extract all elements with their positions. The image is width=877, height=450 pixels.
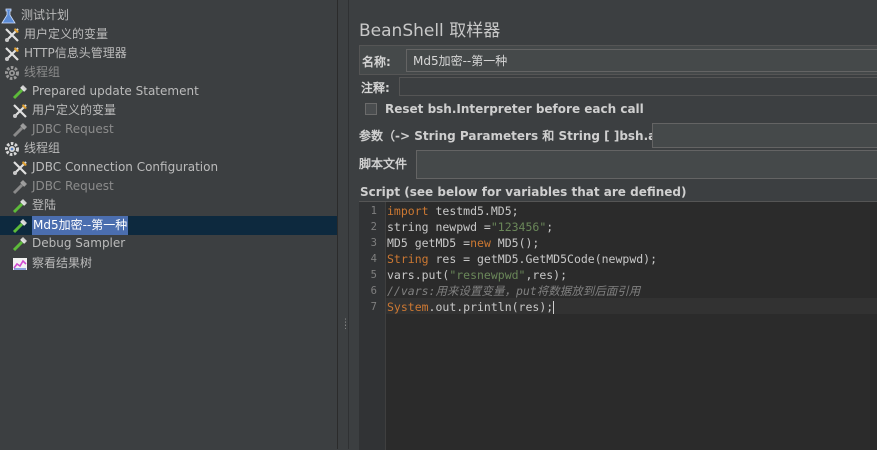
beanshell-sampler-panel: BeanShell 取样器 名称: 注释: Reset bsh.Interpre… bbox=[349, 0, 877, 450]
parameters-label: 参数（-> String Parameters 和 String [ ]bsh.… bbox=[359, 129, 690, 143]
pane-splitter[interactable]: ⋮ ⋮ bbox=[338, 0, 350, 449]
line-number: 1 bbox=[370, 205, 377, 217]
test-plan-tree[interactable]: 测试计划 用户定义的变量 HTTP信息头管理器 线程组 Prepared upd… bbox=[0, 0, 338, 449]
line-number: 7 bbox=[370, 301, 377, 313]
wrench-icon bbox=[11, 159, 29, 177]
pipette-icon bbox=[11, 217, 29, 235]
script-file-label: 脚本文件 bbox=[359, 157, 408, 171]
tree-item-jdbc-request-2[interactable]: JDBC Request bbox=[11, 177, 114, 196]
reset-interpreter-row[interactable]: Reset bsh.Interpreter before each call bbox=[365, 102, 644, 116]
tree-item-user-variables-2[interactable]: 用户定义的变量 bbox=[11, 101, 116, 120]
wrench-icon bbox=[11, 102, 29, 120]
wrench-icon bbox=[3, 26, 21, 44]
tree-item-debug-sampler[interactable]: Debug Sampler bbox=[11, 234, 125, 253]
code-line: string newpwd ="123456"; bbox=[387, 220, 554, 234]
tree-item-view-results-tree[interactable]: 察看结果树 bbox=[11, 254, 92, 273]
pipette-icon bbox=[11, 121, 29, 139]
line-number: 6 bbox=[370, 285, 377, 297]
tree-item-login[interactable]: 登陆 bbox=[11, 196, 56, 215]
text-caret bbox=[553, 301, 555, 314]
tree-item-jdbc-request-1[interactable]: JDBC Request bbox=[11, 120, 114, 139]
pipette-icon bbox=[11, 178, 29, 196]
name-field[interactable] bbox=[406, 49, 877, 72]
code-line: vars.put("resnewpwd",res); bbox=[387, 268, 568, 282]
script-label: Script (see below for variables that are… bbox=[360, 185, 687, 199]
name-row: 名称: bbox=[359, 45, 877, 75]
script-file-field[interactable] bbox=[416, 150, 877, 179]
splitter-grip-icon: ⋮ ⋮ bbox=[341, 318, 350, 331]
code-line: System.out.println(res); bbox=[387, 300, 555, 314]
tree-item-md5-sampler[interactable]: Md5加密--第一种 bbox=[11, 216, 129, 235]
tree-item-prepared-update-statement[interactable]: Prepared update Statement bbox=[11, 82, 199, 101]
line-number-gutter: 1 2 3 4 5 6 7 bbox=[359, 202, 386, 450]
code-line: import testmd5.MD5; bbox=[387, 204, 519, 218]
page-title: BeanShell 取样器 bbox=[359, 21, 501, 41]
code-line: MD5 getMD5 =new MD5(); bbox=[387, 236, 540, 250]
tree-item-thread-group-2[interactable]: 线程组 bbox=[3, 139, 60, 158]
pipette-icon bbox=[11, 235, 29, 253]
line-number: 3 bbox=[370, 237, 377, 249]
name-label: 名称: bbox=[362, 55, 391, 69]
gear-icon bbox=[3, 64, 21, 82]
script-editor[interactable]: 1 2 3 4 5 6 7 import testmd5.MD5; string… bbox=[359, 201, 877, 450]
comment-field[interactable] bbox=[399, 77, 877, 96]
gear-icon bbox=[3, 140, 21, 158]
tree-item-http-header-manager[interactable]: HTTP信息头管理器 bbox=[3, 44, 127, 63]
code-line: String res = getMD5.GetMD5Code(newpwd); bbox=[387, 252, 658, 266]
tree-item-thread-group-1[interactable]: 线程组 bbox=[3, 63, 60, 82]
line-number: 2 bbox=[370, 221, 377, 233]
tree-item-user-variables[interactable]: 用户定义的变量 bbox=[3, 25, 108, 44]
tree-item-test-plan[interactable]: 测试计划 bbox=[0, 6, 69, 25]
line-number: 5 bbox=[370, 269, 377, 281]
wrench-icon bbox=[3, 45, 21, 63]
parameters-field[interactable] bbox=[652, 123, 877, 148]
comment-label: 注释: bbox=[361, 81, 390, 95]
flask-icon bbox=[0, 7, 18, 25]
chart-icon bbox=[11, 255, 29, 273]
pipette-icon bbox=[11, 83, 29, 101]
line-number: 4 bbox=[370, 253, 377, 265]
pipette-icon bbox=[11, 197, 29, 215]
tree-item-jdbc-connection-config[interactable]: JDBC Connection Configuration bbox=[11, 158, 218, 177]
code-line: //vars:用来设置变量，put将数据放到后面引用 bbox=[387, 284, 641, 298]
reset-interpreter-label: Reset bsh.Interpreter before each call bbox=[385, 102, 644, 116]
reset-interpreter-checkbox[interactable] bbox=[365, 103, 377, 115]
